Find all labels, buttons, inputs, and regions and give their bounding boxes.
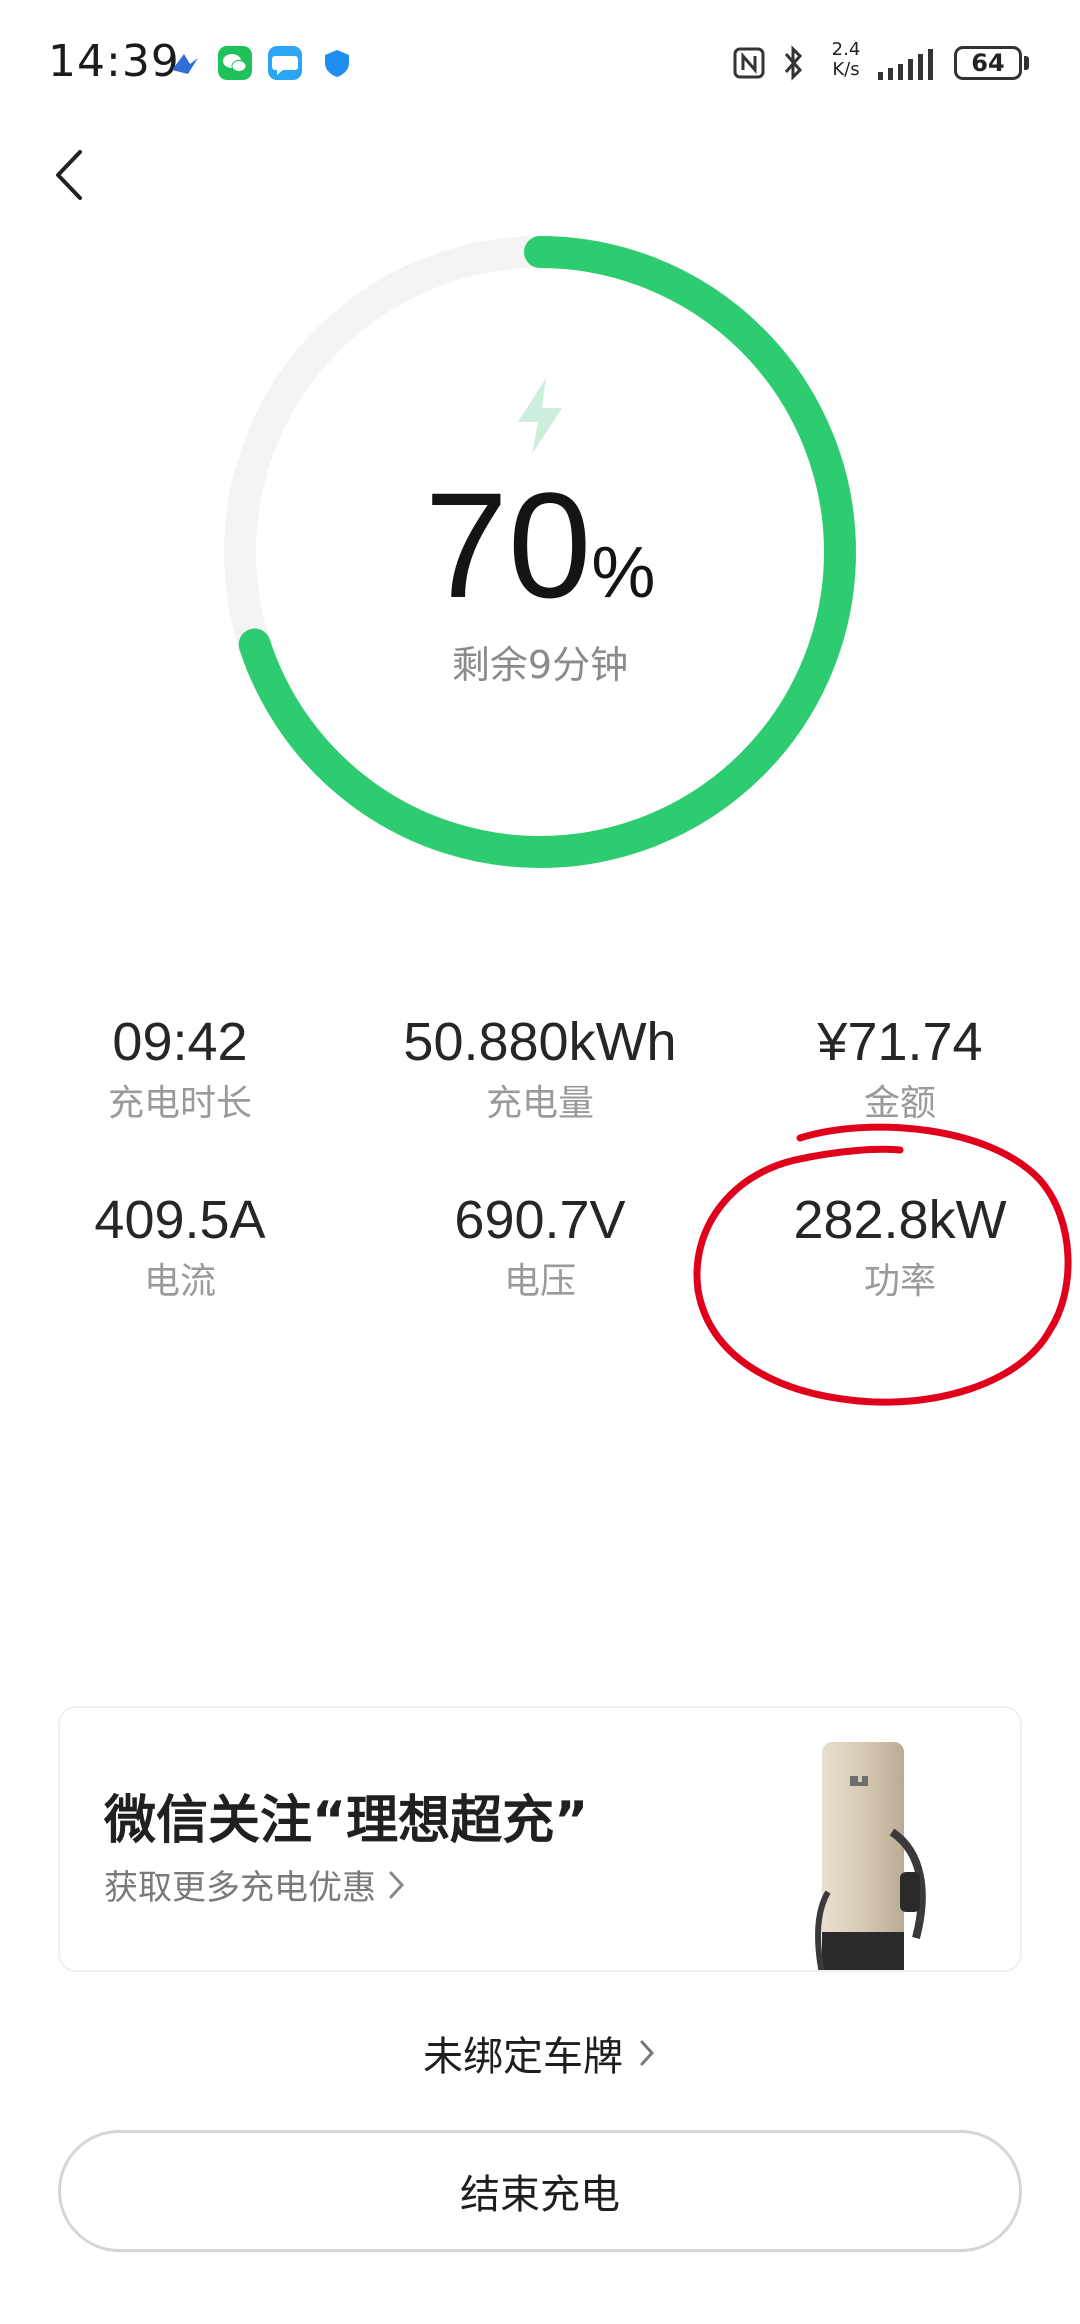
- back-button[interactable]: [40, 140, 100, 210]
- wechat-follow-card[interactable]: 微信关注“理想超充” 获取更多充电优惠: [58, 1706, 1022, 1972]
- stat-value: 690.7V: [454, 1190, 626, 1250]
- stat-value: ¥71.74: [817, 1012, 983, 1072]
- nfc-icon: [733, 47, 765, 79]
- stat-voltage: 690.7V 电压: [360, 1188, 720, 1306]
- lightning-bolt-icon: [518, 378, 562, 454]
- stat-label: 充电时长: [107, 1083, 252, 1124]
- wechat-icon: [218, 46, 252, 80]
- promo-subtitle: 获取更多充电优惠: [104, 1860, 408, 1909]
- shield-icon: [325, 50, 349, 77]
- charger-image: [815, 1742, 926, 1970]
- stat-label: 电流: [143, 1261, 216, 1302]
- percent-sign: %: [591, 533, 656, 613]
- battery-tip: [1024, 56, 1029, 70]
- promo-title: 微信关注“理想超充”: [104, 1791, 589, 1851]
- chevron-right-icon: [640, 2040, 655, 2066]
- promo-subtitle-text: 获取更多充电优惠: [104, 1868, 376, 1908]
- stat-value: 409.5A: [94, 1190, 266, 1250]
- status-bar: 14:39 2.4 K/s 64: [0, 0, 1080, 130]
- stat-value: 09:42: [112, 1012, 248, 1072]
- charge-percentage: 70%: [0, 470, 1080, 620]
- stat-label: 充电量: [485, 1083, 594, 1124]
- red-circle-annotation: [693, 1123, 1072, 1406]
- remaining-time: 剩余9分钟: [451, 643, 629, 687]
- stat-duration: 09:42 充电时长: [0, 1010, 360, 1128]
- stat-label: 电压: [503, 1261, 576, 1302]
- arrow-app-icon: [172, 54, 198, 74]
- charge-percent-value: 70: [424, 461, 592, 629]
- bluetooth-icon: [784, 45, 803, 81]
- stat-amount: ¥71.74 金额: [720, 1010, 1080, 1128]
- message-icon: [268, 46, 302, 80]
- signal-icon: [878, 49, 933, 80]
- chevron-right-icon: [389, 1871, 405, 1898]
- network-speed: 2.4 K/s: [831, 39, 861, 80]
- status-time: 14:39: [48, 36, 180, 87]
- stat-current: 409.5A 电流: [0, 1188, 360, 1306]
- stat-energy: 50.880kWh 充电量: [360, 1010, 720, 1128]
- unbound-plate-link[interactable]: 未绑定车牌: [0, 2024, 1080, 2082]
- battery-indicator: 64: [954, 46, 1022, 80]
- end-charging-button[interactable]: 结束充电: [58, 2130, 1022, 2252]
- stat-value: 50.880kWh: [403, 1012, 677, 1072]
- plate-link-label: 未绑定车牌: [423, 2034, 623, 2080]
